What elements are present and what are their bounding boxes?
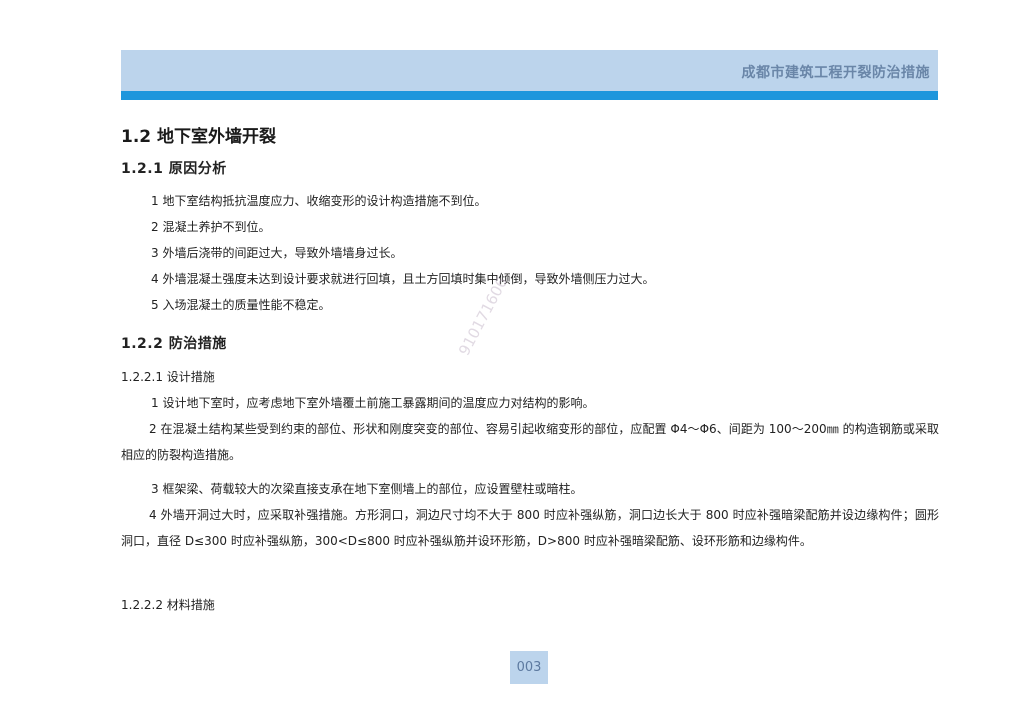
design-item: 4 外墙开洞过大时，应采取补强措施。方形洞口，洞边尺寸均不大于 800 时应补强… xyxy=(121,508,939,548)
cause-item: 3 外墙后浇带的间距过大，导致外墙墙身过长。 xyxy=(151,246,403,260)
subsection-title-measures: 1.2.2 防治措施 xyxy=(121,336,227,352)
design-item: 1 设计地下室时，应考虑地下室外墙覆土前施工暴露期间的温度应力对结构的影响。 xyxy=(151,396,595,410)
header-title: 成都市建筑工程开裂防治措施 xyxy=(741,65,930,81)
design-item: 3 框架梁、荷载较大的次梁直接支承在地下室侧墙上的部位，应设置壁柱或暗柱。 xyxy=(151,482,583,496)
page-number: 003 xyxy=(510,651,548,684)
cause-item: 5 入场混凝土的质量性能不稳定。 xyxy=(151,298,331,312)
cause-item: 2 混凝土养护不到位。 xyxy=(151,220,271,234)
subsection-title-cause: 1.2.1 原因分析 xyxy=(121,161,227,177)
material-measures-title: 1.2.2.2 材料措施 xyxy=(121,598,215,612)
header-band: 成都市建筑工程开裂防治措施 xyxy=(121,50,938,91)
section-title: 1.2 地下室外墙开裂 xyxy=(121,127,277,147)
header-rule xyxy=(121,91,938,100)
design-item: 2 在混凝土结构某些受到约束的部位、形状和刚度突变的部位、容易引起收缩变形的部位… xyxy=(121,422,939,462)
cause-item: 1 地下室结构抵抗温度应力、收缩变形的设计构造措施不到位。 xyxy=(151,194,487,208)
cause-item: 4 外墙混凝土强度未达到设计要求就进行回填，且土方回填时集中倾倒，导致外墙侧压力… xyxy=(151,272,655,286)
design-measures-title: 1.2.2.1 设计措施 xyxy=(121,370,215,384)
